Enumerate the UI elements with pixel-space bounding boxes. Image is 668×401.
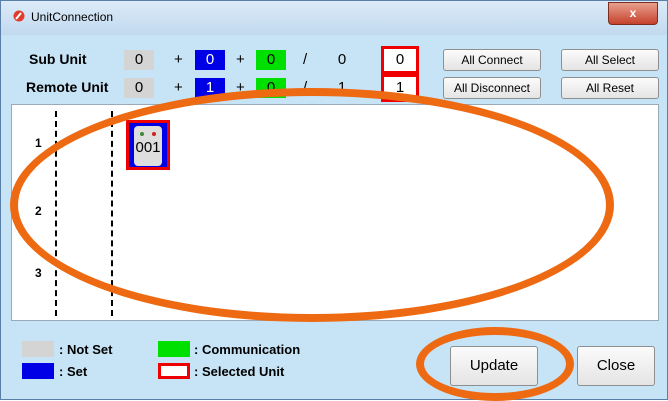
window-title: UnitConnection bbox=[31, 10, 114, 24]
unit-connection-window: UnitConnection x Sub Unit 0 + 0 + 0 / 0 … bbox=[0, 0, 668, 400]
sub-unit-total: 0 bbox=[337, 51, 347, 68]
remote-unit-communication-count: 0 bbox=[256, 78, 286, 98]
sub-unit-communication-count: 0 bbox=[256, 50, 286, 70]
slash-sign: / bbox=[303, 79, 308, 96]
row-number: 2 bbox=[35, 204, 42, 218]
remote-unit-not-set-count: 0 bbox=[124, 78, 154, 98]
close-button[interactable]: Close bbox=[577, 346, 655, 386]
all-disconnect-button[interactable]: All Disconnect bbox=[443, 77, 541, 99]
remote-unit-set-count: 1 bbox=[195, 78, 225, 98]
sub-unit-selected-count: 0 bbox=[381, 46, 419, 74]
legend-communication-label: : Communication bbox=[194, 342, 301, 357]
sub-unit-not-set-count: 0 bbox=[124, 50, 154, 70]
all-reset-button[interactable]: All Reset bbox=[561, 77, 659, 99]
legend-not-set-swatch bbox=[22, 341, 54, 357]
status-led bbox=[140, 132, 144, 136]
update-button[interactable]: Update bbox=[450, 346, 538, 386]
slash-sign: / bbox=[303, 51, 308, 68]
remote-unit-label: Remote Unit bbox=[26, 79, 109, 95]
guide-line bbox=[55, 111, 57, 316]
title-bar: UnitConnection x bbox=[1, 1, 667, 35]
unit-body: 001 bbox=[134, 126, 162, 166]
legend-not-set-label: : Not Set bbox=[59, 342, 113, 357]
legend-selected-swatch bbox=[158, 363, 190, 379]
sub-unit-label: Sub Unit bbox=[29, 51, 87, 67]
sub-unit-set-count: 0 bbox=[195, 50, 225, 70]
legend-set-label: : Set bbox=[59, 364, 88, 379]
legend-selected-label: : Selected Unit bbox=[194, 364, 285, 379]
plus-sign: + bbox=[236, 79, 245, 96]
legend-set-swatch bbox=[22, 363, 54, 379]
window-close-button[interactable]: x bbox=[608, 2, 658, 25]
remote-unit-row: Remote Unit 0 + 1 + 0 / 1 1 All Disconne… bbox=[11, 74, 661, 102]
guide-line bbox=[111, 111, 113, 316]
legend-communication-swatch bbox=[158, 341, 190, 357]
row-number: 3 bbox=[35, 266, 42, 280]
unit-layout-canvas[interactable]: 1 2 3 001 bbox=[11, 104, 659, 321]
plus-sign: + bbox=[174, 51, 183, 68]
row-number: 1 bbox=[35, 136, 42, 150]
remote-unit-selected-count: 1 bbox=[381, 74, 419, 102]
plus-sign: + bbox=[236, 51, 245, 68]
unit-001[interactable]: 001 bbox=[126, 120, 170, 170]
app-icon bbox=[13, 10, 25, 22]
plus-sign: + bbox=[174, 79, 183, 96]
remote-unit-total: 1 bbox=[337, 79, 347, 96]
unit-id: 001 bbox=[135, 139, 161, 156]
all-select-button[interactable]: All Select bbox=[561, 49, 659, 71]
sub-unit-row: Sub Unit 0 + 0 + 0 / 0 0 All Connect All… bbox=[11, 46, 661, 74]
status-led bbox=[152, 132, 156, 136]
all-connect-button[interactable]: All Connect bbox=[443, 49, 541, 71]
